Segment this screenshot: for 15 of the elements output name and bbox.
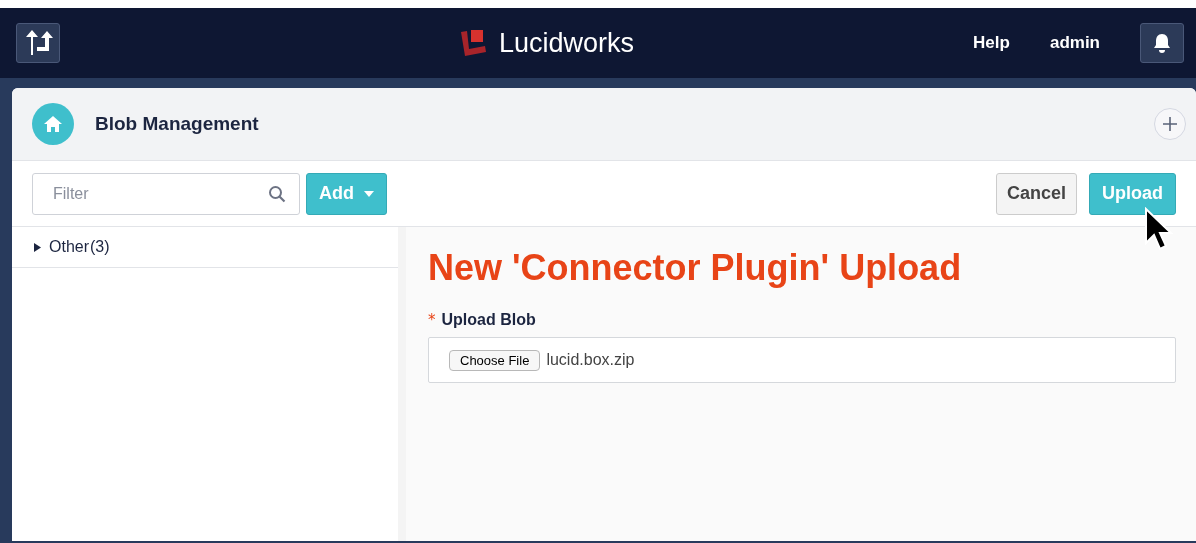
file-field[interactable]: Choose File lucid.box.zip bbox=[428, 337, 1176, 383]
item-count: (3) bbox=[90, 238, 110, 256]
cancel-button[interactable]: Cancel bbox=[995, 172, 1077, 215]
tree-label: Other bbox=[49, 238, 89, 256]
tree-item[interactable]: Other(3) bbox=[12, 227, 398, 268]
form-heading: New 'Connector Plugin' Upload bbox=[428, 247, 963, 289]
required-mark: * bbox=[428, 311, 436, 329]
field-label: Upload Blob bbox=[441, 311, 536, 329]
file-name: lucid.box.zip bbox=[546, 351, 635, 369]
brand-name: Lucidworks bbox=[499, 27, 635, 59]
choose-file-button[interactable]: Choose File bbox=[449, 349, 541, 371]
nav-link[interactable]: Help bbox=[973, 33, 1010, 53]
page-title: Blob Management bbox=[95, 113, 260, 135]
filter-field[interactable]: Filter bbox=[32, 172, 300, 215]
nav-link[interactable]: admin bbox=[1049, 33, 1100, 53]
